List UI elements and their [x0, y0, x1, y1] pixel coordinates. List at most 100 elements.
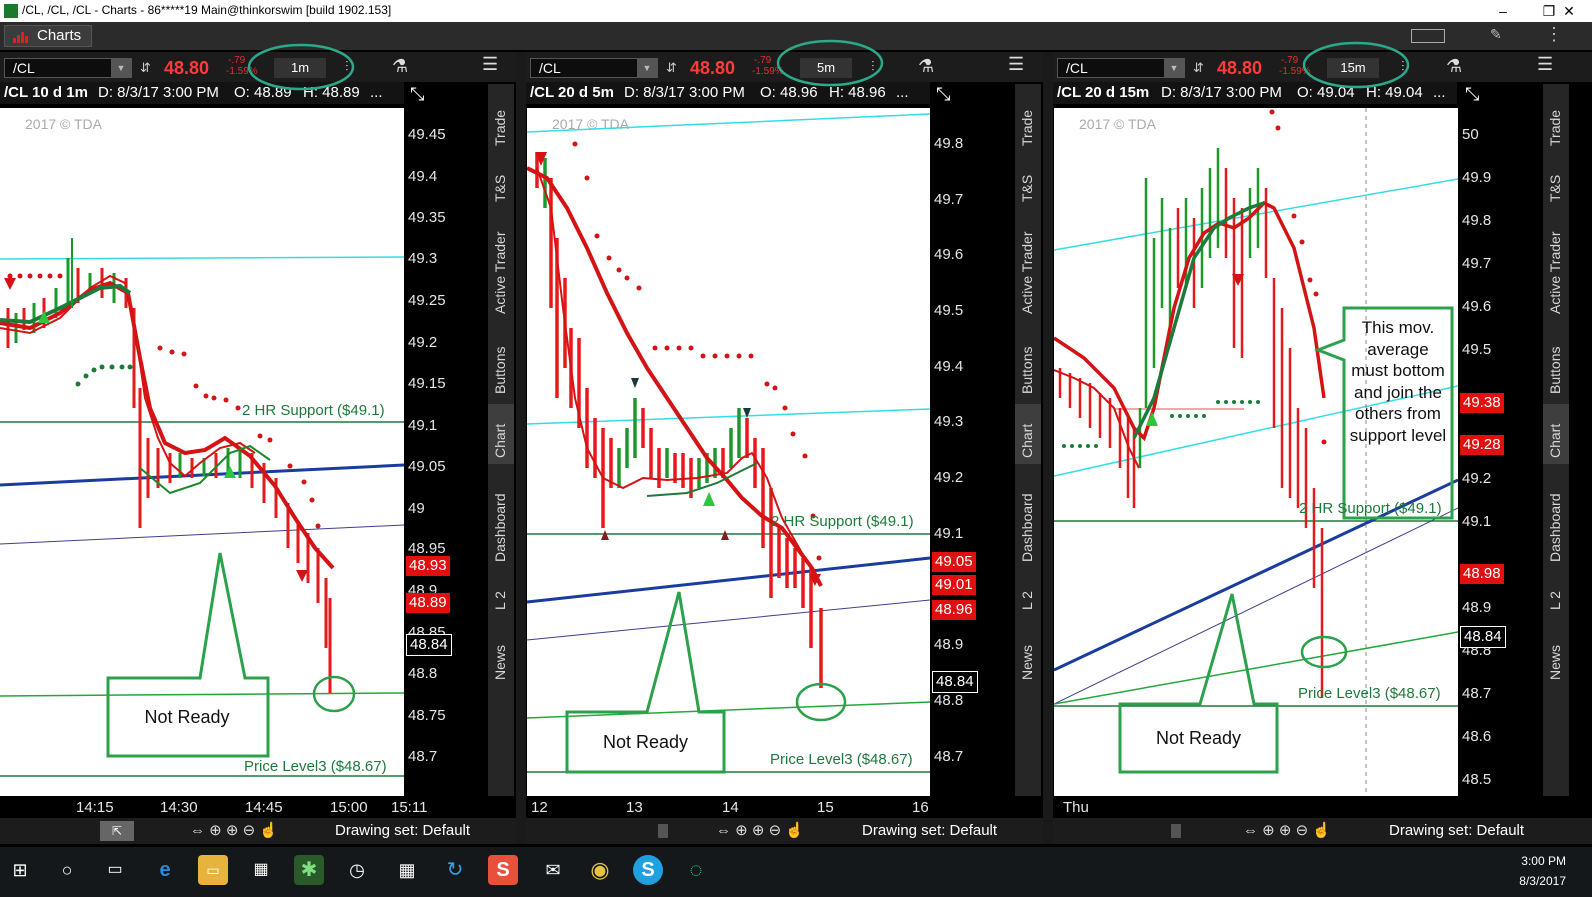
edge-browser-icon[interactable]: e — [150, 855, 180, 885]
tab-dashboard[interactable]: Dashboard — [488, 470, 514, 566]
refresh-app-icon[interactable]: ↻ — [440, 855, 470, 885]
chart-title: /CL 20 d 15m — [1057, 84, 1150, 101]
y-tick: 48.5 — [1462, 771, 1492, 788]
expand-arrows-icon[interactable]: ⤡ — [410, 84, 424, 105]
taskbar-clock[interactable]: 3:00 PM 8/3/2017 — [1519, 851, 1566, 891]
link-icon[interactable]: ⇵ — [140, 60, 151, 76]
time-axis[interactable]: 14:15 14:30 14:45 15:00 15:11 — [0, 796, 430, 820]
tab-level2[interactable]: L 2 — [488, 576, 514, 616]
store-icon[interactable]: ▦ — [246, 855, 276, 885]
tab-trade[interactable]: Trade — [1015, 90, 1041, 150]
x-tick: 14 — [722, 799, 739, 816]
tab-level2[interactable]: L 2 — [1015, 576, 1041, 616]
thinkorswim-icon[interactable]: ✱ — [294, 855, 324, 885]
close-button[interactable]: ✕ — [1546, 0, 1592, 22]
tab-news[interactable]: News — [1015, 628, 1041, 684]
last-price: 48.80 — [164, 58, 210, 78]
minimize-button[interactable]: – — [1480, 0, 1526, 22]
tab-trade[interactable]: Trade — [488, 90, 514, 150]
time-axis[interactable]: Thu — [1053, 796, 1483, 820]
pane-divider[interactable] — [516, 52, 526, 844]
tab-chart[interactable]: Chart — [1015, 404, 1041, 464]
symbol-selector[interactable]: /CL ▼ — [1057, 58, 1185, 78]
timeframe-selector[interactable]: 5m — [800, 58, 852, 78]
zoom-tools-icons[interactable]: ⇔ ⊕ ⊕ ⊖ ☝ — [1243, 821, 1331, 839]
price-axis[interactable]: 49.45 49.4 49.35 49.3 49.25 49.2 49.15 4… — [404, 108, 486, 796]
price-tag: 49.05 — [932, 552, 976, 572]
timeframe-selector[interactable]: 15m — [1327, 58, 1379, 78]
drawing-set-label[interactable]: Drawing set: Default — [862, 822, 997, 839]
tab-dashboard[interactable]: Dashboard — [1015, 470, 1041, 566]
snagit-icon[interactable]: S — [488, 855, 518, 885]
scroll-thumb[interactable] — [1171, 824, 1181, 838]
side-tab-strip: Trade T&S Active Trader Buttons Chart Da… — [488, 84, 514, 796]
symbol-text: /CL — [539, 60, 561, 76]
expand-arrows-icon[interactable]: ⤡ — [1465, 84, 1479, 105]
status-date: D: 8/3/17 3:00 PM — [624, 84, 745, 101]
clock-app-icon[interactable]: ◷ — [342, 855, 372, 885]
link-icon[interactable]: ⇵ — [1193, 60, 1204, 76]
tab-buttons[interactable]: Buttons — [488, 326, 514, 398]
price-chart-area[interactable]: 2017 © TDA 2 HR Support ($49.1) Price Le… — [0, 108, 404, 796]
expand-arrows-icon[interactable]: ⤡ — [936, 84, 950, 105]
pane-menu-icon[interactable]: ☰ — [1537, 54, 1553, 75]
tab-chart[interactable]: Chart — [488, 404, 514, 464]
flask-icon[interactable]: ⚗ — [392, 56, 408, 77]
tab-time-sales[interactable]: T&S — [1015, 158, 1041, 206]
scroll-home-button[interactable]: ⇱ — [100, 821, 134, 841]
symbol-selector[interactable]: /CL ▼ — [530, 58, 658, 78]
flask-icon[interactable]: ⚗ — [918, 56, 934, 77]
charts-menu-button[interactable]: Charts — [4, 25, 92, 47]
flask-icon[interactable]: ⚗ — [1446, 56, 1462, 77]
pane-menu-icon[interactable]: ☰ — [1008, 54, 1024, 75]
app-ring-icon[interactable]: ◌ — [681, 855, 711, 885]
windows-start-icon[interactable]: ⊞ — [5, 855, 35, 885]
task-view-icon[interactable]: ▭ — [100, 855, 130, 885]
zoom-tools-icons[interactable]: ⇔ ⊕ ⊕ ⊖ ☝ — [190, 821, 278, 839]
search-icon[interactable]: ○ — [52, 855, 82, 885]
tab-time-sales[interactable]: T&S — [488, 158, 514, 206]
status-high: H: 48.89 — [303, 84, 360, 101]
pane-divider[interactable] — [1043, 52, 1053, 844]
studies-icon[interactable]: ⫶ — [345, 58, 349, 75]
price-chart-area[interactable]: 2017 © TDA 2 HR Support ($49.1) Price Le… — [527, 108, 930, 796]
drawing-set-label[interactable]: Drawing set: Default — [335, 822, 470, 839]
current-price-tag: 48.84 — [932, 671, 978, 693]
tab-level2[interactable]: L 2 — [1543, 576, 1569, 616]
symbol-selector[interactable]: /CL ▼ — [4, 58, 132, 78]
tab-trade[interactable]: Trade — [1543, 90, 1569, 150]
pin-icon[interactable]: ✎ — [1490, 26, 1502, 43]
time-axis[interactable]: 12 13 14 15 16 — [526, 796, 956, 820]
tab-time-sales[interactable]: T&S — [1543, 158, 1569, 206]
calculator-icon[interactable]: ▦ — [392, 855, 422, 885]
chrome-icon[interactable]: ◉ — [585, 855, 615, 885]
studies-icon[interactable]: ⫶ — [1401, 58, 1405, 75]
y-tick: 49.3 — [934, 413, 964, 430]
drawing-set-label[interactable]: Drawing set: Default — [1389, 822, 1524, 839]
link-icon[interactable]: ⇵ — [666, 60, 677, 76]
tab-news[interactable]: News — [1543, 628, 1569, 684]
scroll-thumb[interactable] — [658, 824, 668, 838]
price-axis[interactable]: 49.8 49.7 49.6 49.5 49.4 49.3 49.2 49.1 … — [930, 108, 1012, 796]
tab-active-trader[interactable]: Active Trader — [1543, 214, 1569, 318]
tab-active-trader[interactable]: Active Trader — [1015, 214, 1041, 318]
tab-active-trader[interactable]: Active Trader — [488, 214, 514, 318]
tab-dashboard[interactable]: Dashboard — [1543, 470, 1569, 566]
price-chart-area[interactable]: 2017 © TDA 2 HR Support ($49.1) Price Le… — [1054, 108, 1458, 796]
pane-menu-icon[interactable]: ☰ — [482, 54, 498, 75]
tab-buttons[interactable]: Buttons — [1015, 326, 1041, 398]
file-explorer-icon[interactable]: ▭ — [198, 855, 228, 885]
studies-icon[interactable]: ⫶ — [871, 58, 875, 75]
tab-buttons[interactable]: Buttons — [1543, 326, 1569, 398]
status-strip: /CL 20 d 15m D: 8/3/17 3:00 PM O: 49.04 … — [1053, 82, 1457, 104]
tab-chart[interactable]: Chart — [1543, 404, 1569, 464]
price-axis[interactable]: 50 49.9 49.8 49.7 49.6 49.5 49.2 49.1 48… — [1458, 108, 1542, 796]
timeframe-selector[interactable]: 1m — [274, 58, 326, 78]
tab-news[interactable]: News — [488, 628, 514, 684]
mail-icon[interactable]: ✉ — [538, 855, 568, 885]
menu-options-icon[interactable]: ⋮ — [1545, 24, 1563, 45]
x-tick: 14:45 — [245, 799, 283, 816]
layout-grid-icon[interactable] — [1411, 29, 1445, 43]
zoom-tools-icons[interactable]: ⇔ ⊕ ⊕ ⊖ ☝ — [716, 821, 804, 839]
skype-icon[interactable]: S — [633, 855, 663, 885]
